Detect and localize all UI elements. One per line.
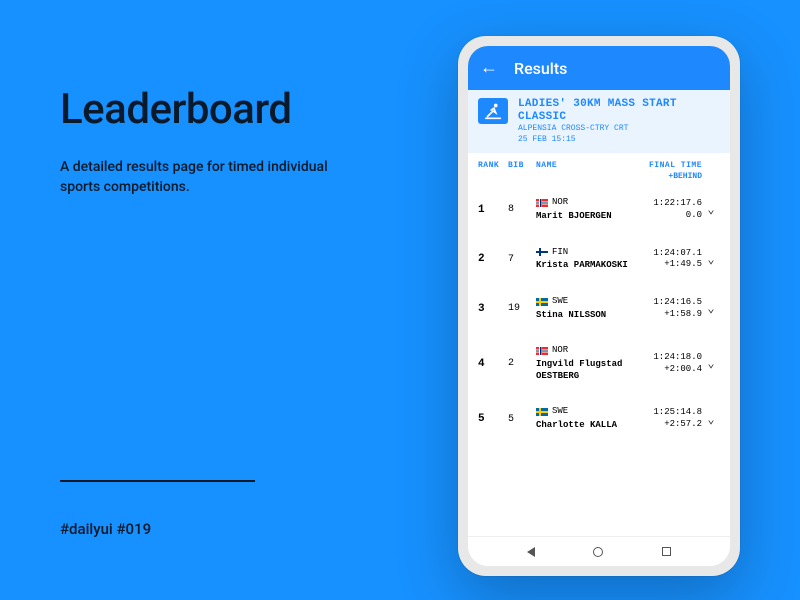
nav-home-icon[interactable] xyxy=(593,547,603,557)
rank: 5 xyxy=(478,413,508,425)
hashtags: #dailyui #019 xyxy=(60,520,151,538)
rank: 1 xyxy=(478,204,508,216)
result-row[interactable]: 42 NOR Ingvild Flugstad OESTBERG1:24:18.0+… xyxy=(468,333,730,394)
table-header: RANK BIB NAME FINAL TIME xyxy=(468,153,730,174)
result-row[interactable]: 55 SWE Charlotte KALLA1:25:14.8+2:57.2⌄ xyxy=(468,394,730,443)
chevron-down-icon[interactable]: ⌄ xyxy=(702,252,720,267)
result-row[interactable]: 319 SWE Stina NILSSON1:24:16.5+1:58.9⌄ xyxy=(468,284,730,333)
device-frame: ← Results LADIES' 30KM MASS START CLASSI… xyxy=(458,36,740,576)
athlete-cell: SWE Stina NILSSON xyxy=(536,296,632,321)
time-cell: 1:24:16.5+1:58.9 xyxy=(632,297,702,320)
bib: 5 xyxy=(508,414,536,425)
chevron-down-icon[interactable]: ⌄ xyxy=(702,412,720,427)
flag-icon xyxy=(536,298,548,306)
behind: +2:57.2 xyxy=(632,419,702,431)
page-description: A detailed results page for timed indivi… xyxy=(60,158,360,197)
athlete-cell: NOR Ingvild Flugstad OESTBERG xyxy=(536,345,632,382)
behind: +2:00.4 xyxy=(632,364,702,376)
event-datetime: 25 FEB 15:15 xyxy=(518,135,720,145)
result-row[interactable]: 18 NOR Marit BJOERGEN1:22:17.60.0⌄ xyxy=(468,185,730,234)
athlete-cell: NOR Marit BJOERGEN xyxy=(536,197,632,222)
time-cell: 1:24:07.1+1:49.5 xyxy=(632,248,702,271)
final-time: 1:24:16.5 xyxy=(632,297,702,309)
rank: 4 xyxy=(478,358,508,370)
bib: 2 xyxy=(508,358,536,369)
final-time: 1:24:07.1 xyxy=(632,248,702,260)
athlete-name: Krista PARMAKOSKI xyxy=(536,260,632,272)
final-time: 1:25:14.8 xyxy=(632,407,702,419)
divider xyxy=(60,480,255,482)
chevron-down-icon[interactable]: ⌄ xyxy=(702,356,720,371)
col-behind: +BEHIND xyxy=(468,172,730,181)
col-name: NAME xyxy=(536,161,632,170)
behind: +1:58.9 xyxy=(632,309,702,321)
time-cell: 1:25:14.8+2:57.2 xyxy=(632,407,702,430)
results-list[interactable]: 18NORMarit BJOERGEN1:22:17.60.0⌄27FINKri… xyxy=(468,185,730,536)
screen: ← Results LADIES' 30KM MASS START CLASSI… xyxy=(468,46,730,566)
nav-recent-icon[interactable] xyxy=(662,547,671,556)
bib: 7 xyxy=(508,254,536,265)
athlete-cell: FINKrista PARMAKOSKI xyxy=(536,247,632,272)
country-code: FIN xyxy=(552,247,568,259)
event-venue: ALPENSIA CROSS-CTRY CRT xyxy=(518,124,720,134)
athlete-name: Ingvild Flugstad OESTBERG xyxy=(536,359,632,382)
ski-icon xyxy=(478,98,508,124)
country-code: SWE xyxy=(552,406,568,418)
back-icon[interactable]: ← xyxy=(480,59,498,77)
col-bib: BIB xyxy=(508,161,536,170)
rank: 3 xyxy=(478,303,508,315)
athlete-name: Stina NILSSON xyxy=(536,310,632,322)
behind: 0.0 xyxy=(632,210,702,222)
col-time: FINAL TIME xyxy=(632,161,702,170)
appbar: ← Results xyxy=(468,46,730,90)
country-code: SWE xyxy=(552,296,568,308)
flag-icon xyxy=(536,199,548,207)
final-time: 1:24:18.0 xyxy=(632,352,702,364)
appbar-title: Results xyxy=(514,59,567,78)
nav-back-icon[interactable] xyxy=(527,547,535,557)
event-title: LADIES' 30KM MASS START CLASSIC xyxy=(518,98,720,124)
behind: +1:49.5 xyxy=(632,259,702,271)
chevron-down-icon[interactable]: ⌄ xyxy=(702,202,720,217)
bib: 8 xyxy=(508,204,536,215)
flag-icon xyxy=(536,248,548,256)
col-rank: RANK xyxy=(478,161,508,170)
chevron-down-icon[interactable]: ⌄ xyxy=(702,301,720,316)
android-navbar xyxy=(468,536,730,566)
time-cell: 1:24:18.0+2:00.4 xyxy=(632,352,702,375)
rank: 2 xyxy=(478,253,508,265)
time-cell: 1:22:17.60.0 xyxy=(632,198,702,221)
result-row[interactable]: 27FINKrista PARMAKOSKI1:24:07.1+1:49.5⌄ xyxy=(468,235,730,284)
final-time: 1:22:17.6 xyxy=(632,198,702,210)
athlete-name: Marit BJOERGEN xyxy=(536,211,632,223)
athlete-name: Charlotte KALLA xyxy=(536,420,632,432)
event-header: LADIES' 30KM MASS START CLASSIC ALPENSIA… xyxy=(468,90,730,153)
athlete-cell: SWE Charlotte KALLA xyxy=(536,406,632,431)
country-code: NOR xyxy=(552,345,568,357)
bib: 19 xyxy=(508,303,536,314)
flag-icon xyxy=(536,347,548,355)
country-code: NOR xyxy=(552,197,568,209)
page-title: Leaderboard xyxy=(60,85,360,134)
flag-icon xyxy=(536,408,548,416)
